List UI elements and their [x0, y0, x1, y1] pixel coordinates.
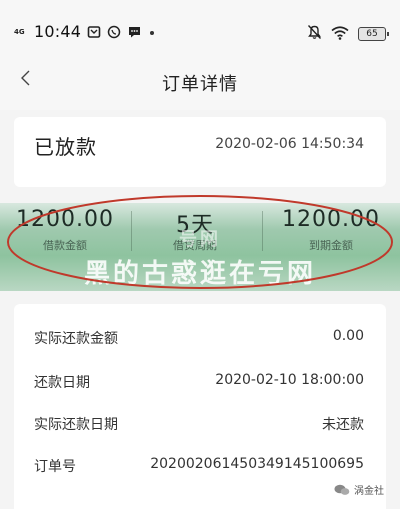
- detail-row-repayment-date: 还款日期 2020-02-10 18:00:00: [34, 368, 364, 392]
- detail-label: 订单号: [34, 459, 76, 475]
- chat-icon: [127, 25, 142, 39]
- wechat-icon: [334, 484, 350, 495]
- whatsapp-icon: [107, 25, 121, 39]
- status-right: 65: [307, 24, 389, 44]
- status-bar: 4G 10:44 65: [0, 0, 400, 50]
- detail-row-actual-repayment-date: 实际还款日期 未还款: [34, 410, 364, 434]
- notification-icon: [87, 25, 101, 39]
- wifi-icon: [331, 25, 349, 44]
- clock: 10:44: [34, 22, 82, 41]
- detail-value: 未还款: [322, 417, 364, 433]
- battery-indicator: 65: [358, 27, 389, 41]
- detail-value: 0.00: [332, 328, 364, 344]
- status-left: 4G 10:44: [14, 22, 156, 41]
- order-status-card: 已放款 2020-02-06 14:50:34: [14, 117, 386, 187]
- watermark-text: 黑的古惑逛在亏网: [83, 259, 316, 289]
- source-badge: 涡金社: [334, 482, 384, 497]
- order-details-card: 实际还款金额 0.00 还款日期 2020-02-10 18:00:00 实际还…: [14, 304, 386, 509]
- detail-value: 202002061450349145100695: [150, 456, 364, 472]
- detail-row-order-number: 订单号 202002061450349145100695: [34, 452, 364, 476]
- detail-label: 实际还款日期: [34, 417, 118, 433]
- mute-icon: [307, 24, 322, 44]
- watermark-text-top: 号网: [179, 229, 221, 250]
- loan-summary-band: 1200.00 借款金额 5天 借贷周期 1200.00 到期金额 号网 黑的古…: [0, 203, 400, 291]
- order-status-title: 已放款: [34, 135, 97, 159]
- detail-row-actual-repayment-amount: 实际还款金额 0.00: [34, 324, 364, 348]
- source-badge-text: 涡金社: [354, 486, 384, 497]
- order-status-time: 2020-02-06 14:50:34: [215, 136, 364, 152]
- dot-icon: [148, 25, 156, 39]
- detail-value: 2020-02-10 18:00:00: [215, 372, 364, 388]
- page-title: 订单详情: [162, 74, 238, 95]
- network-indicator: 4G: [14, 27, 25, 36]
- detail-label: 实际还款金额: [34, 331, 118, 347]
- nav-bar: 订单详情: [0, 50, 400, 110]
- detail-label: 还款日期: [34, 375, 90, 391]
